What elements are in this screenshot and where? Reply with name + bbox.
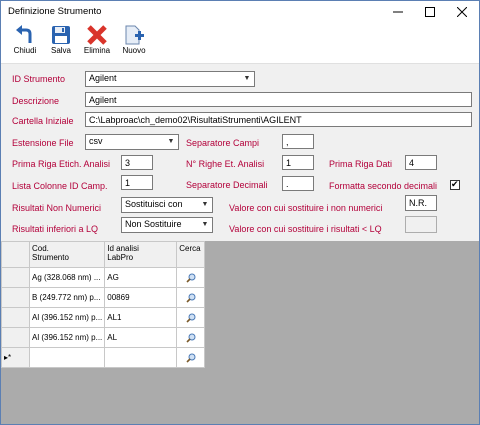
row-header-corner [1, 241, 30, 268]
row-header[interactable] [1, 327, 30, 348]
delete-button[interactable]: Elimina [80, 25, 114, 61]
below-lq-replacement-label: Valore con cui sostituire i risultati < … [229, 224, 382, 234]
delete-button-label: Elimina [83, 46, 111, 55]
new-table-row[interactable]: ▸* [1, 347, 206, 368]
back-arrow-icon [16, 25, 32, 43]
close-button[interactable]: Chiudi [8, 25, 42, 61]
new-button-label: Nuovo [122, 46, 146, 55]
cod-cell[interactable]: B (249.772 nm) p... [28, 287, 106, 308]
num-label-rows-label: N° Righe Et. Analisi [186, 159, 265, 169]
folder-input[interactable]: C:\Labproac\ch_demo02\RisultatiStrumenti… [85, 112, 472, 127]
non-numeric-replacement-input[interactable]: N.R. [405, 195, 437, 211]
maximize-icon [425, 7, 435, 17]
non-numeric-results-value: Sostituisci con [125, 199, 183, 209]
first-data-row-input[interactable]: 4 [405, 155, 437, 170]
new-button[interactable]: Nuovo [117, 25, 151, 61]
extension-value: csv [89, 136, 103, 146]
table-row[interactable]: B (249.772 nm) p... 00869 [1, 287, 206, 308]
id-cell[interactable] [104, 347, 178, 368]
first-label-row-label: Prima Riga Etich. Analisi [12, 159, 111, 169]
check-mark-icon: ✔ [451, 179, 459, 189]
below-lq-results-label: Risultati inferiori a LQ [12, 224, 99, 234]
first-data-row-label: Prima Riga Dati [329, 159, 393, 169]
id-columns-input[interactable]: 1 [121, 175, 153, 190]
new-row-marker[interactable]: ▸* [1, 347, 30, 368]
grid-header-row: Cod. Strumento Id analisi LabPro Cerca [1, 241, 206, 268]
table-row[interactable]: Al (396.152 nm) p... AL [1, 327, 206, 348]
search-cell[interactable] [176, 287, 206, 308]
row-header[interactable] [1, 287, 30, 308]
non-numeric-results-select[interactable]: Sostituisci con ▼ [121, 197, 213, 213]
id-instrument-select[interactable]: Agilent ▼ [85, 71, 255, 87]
minimize-icon [393, 11, 403, 13]
description-input[interactable]: Agilent [85, 92, 472, 107]
non-numeric-replacement-label: Valore con cui sostituire i non numerici [229, 203, 383, 213]
instrument-form: ID Strumento Agilent ▼ Descrizione Agile… [1, 63, 479, 242]
cod-cell[interactable]: Al (396.152 nm) p... [28, 307, 106, 328]
non-numeric-results-label: Risultati Non Numerici [12, 203, 102, 213]
decimal-separator-input[interactable]: . [282, 176, 314, 191]
mapping-grid: Cod. Strumento Id analisi LabPro Cerca A… [1, 241, 206, 368]
table-row[interactable]: Al (396.152 nm) p... AL1 [1, 307, 206, 328]
close-icon [457, 7, 467, 17]
cod-cell[interactable]: Al (396.152 nm) p... [28, 327, 106, 348]
table-row[interactable]: Ag (328.068 nm) ... AG [1, 267, 206, 288]
instrument-definition-window: Definizione Strumento Chiudi Salva Elimi… [0, 0, 480, 425]
below-lq-replacement-input[interactable] [405, 216, 437, 233]
new-document-icon [125, 25, 144, 45]
extension-label: Estensione File [12, 138, 74, 148]
below-lq-results-value: Non Sostituire [125, 219, 182, 229]
search-icon [186, 293, 196, 303]
below-lq-results-select[interactable]: Non Sostituire ▼ [121, 217, 213, 233]
toolbar: Chiudi Salva Elimina Nuovo [1, 23, 479, 63]
field-separator-input[interactable]: , [282, 134, 314, 149]
num-label-rows-input[interactable]: 1 [282, 155, 314, 170]
column-header-cod[interactable]: Cod. Strumento [28, 241, 106, 268]
chevron-down-icon: ▼ [167, 138, 175, 145]
cod-cell[interactable]: Ag (328.068 nm) ... [28, 267, 106, 288]
format-decimals-checkbox[interactable]: ✔ [450, 179, 460, 190]
mapping-grid-area: Cod. Strumento Id analisi LabPro Cerca A… [1, 241, 479, 424]
id-label: ID Strumento [12, 74, 66, 84]
save-button[interactable]: Salva [44, 25, 78, 61]
close-button-label: Chiudi [13, 46, 37, 55]
id-cell[interactable]: AL [104, 327, 178, 348]
maximize-button[interactable] [414, 1, 446, 23]
row-header[interactable] [1, 307, 30, 328]
minimize-button[interactable] [382, 1, 414, 23]
folder-label: Cartella Iniziale [12, 116, 74, 126]
chevron-down-icon: ▼ [201, 201, 209, 208]
save-button-label: Salva [50, 46, 71, 55]
id-cell[interactable]: 00869 [104, 287, 178, 308]
format-decimals-label: Formatta secondo decimali [329, 181, 438, 191]
id-cell[interactable]: AL1 [104, 307, 178, 328]
description-label: Descrizione [12, 96, 60, 106]
window-title: Definizione Strumento [8, 6, 102, 17]
delete-x-icon [87, 25, 107, 45]
row-header[interactable] [1, 267, 30, 288]
floppy-disk-icon [52, 26, 70, 44]
chevron-down-icon: ▼ [243, 75, 251, 82]
column-header-search[interactable]: Cerca [176, 241, 206, 268]
field-separator-label: Separatore Campi [186, 138, 260, 148]
id-cell[interactable]: AG [104, 267, 178, 288]
search-icon [186, 333, 196, 343]
chevron-down-icon: ▼ [201, 221, 209, 228]
search-cell[interactable] [176, 307, 206, 328]
close-window-button[interactable] [446, 1, 478, 23]
search-cell[interactable] [176, 267, 206, 288]
search-cell[interactable] [176, 327, 206, 348]
search-icon [186, 273, 196, 283]
title-bar: Definizione Strumento [1, 1, 479, 23]
id-instrument-value: Agilent [89, 73, 117, 83]
search-icon [186, 353, 196, 363]
cod-cell[interactable] [28, 347, 106, 368]
id-columns-label: Lista Colonne ID Camp. [12, 181, 108, 191]
search-cell[interactable] [176, 347, 206, 368]
extension-select[interactable]: csv ▼ [85, 134, 179, 150]
column-header-id[interactable]: Id analisi LabPro [104, 241, 178, 268]
decimal-separator-label: Separatore Decimali [186, 180, 268, 190]
first-label-row-input[interactable]: 3 [121, 155, 153, 170]
search-icon [186, 313, 196, 323]
